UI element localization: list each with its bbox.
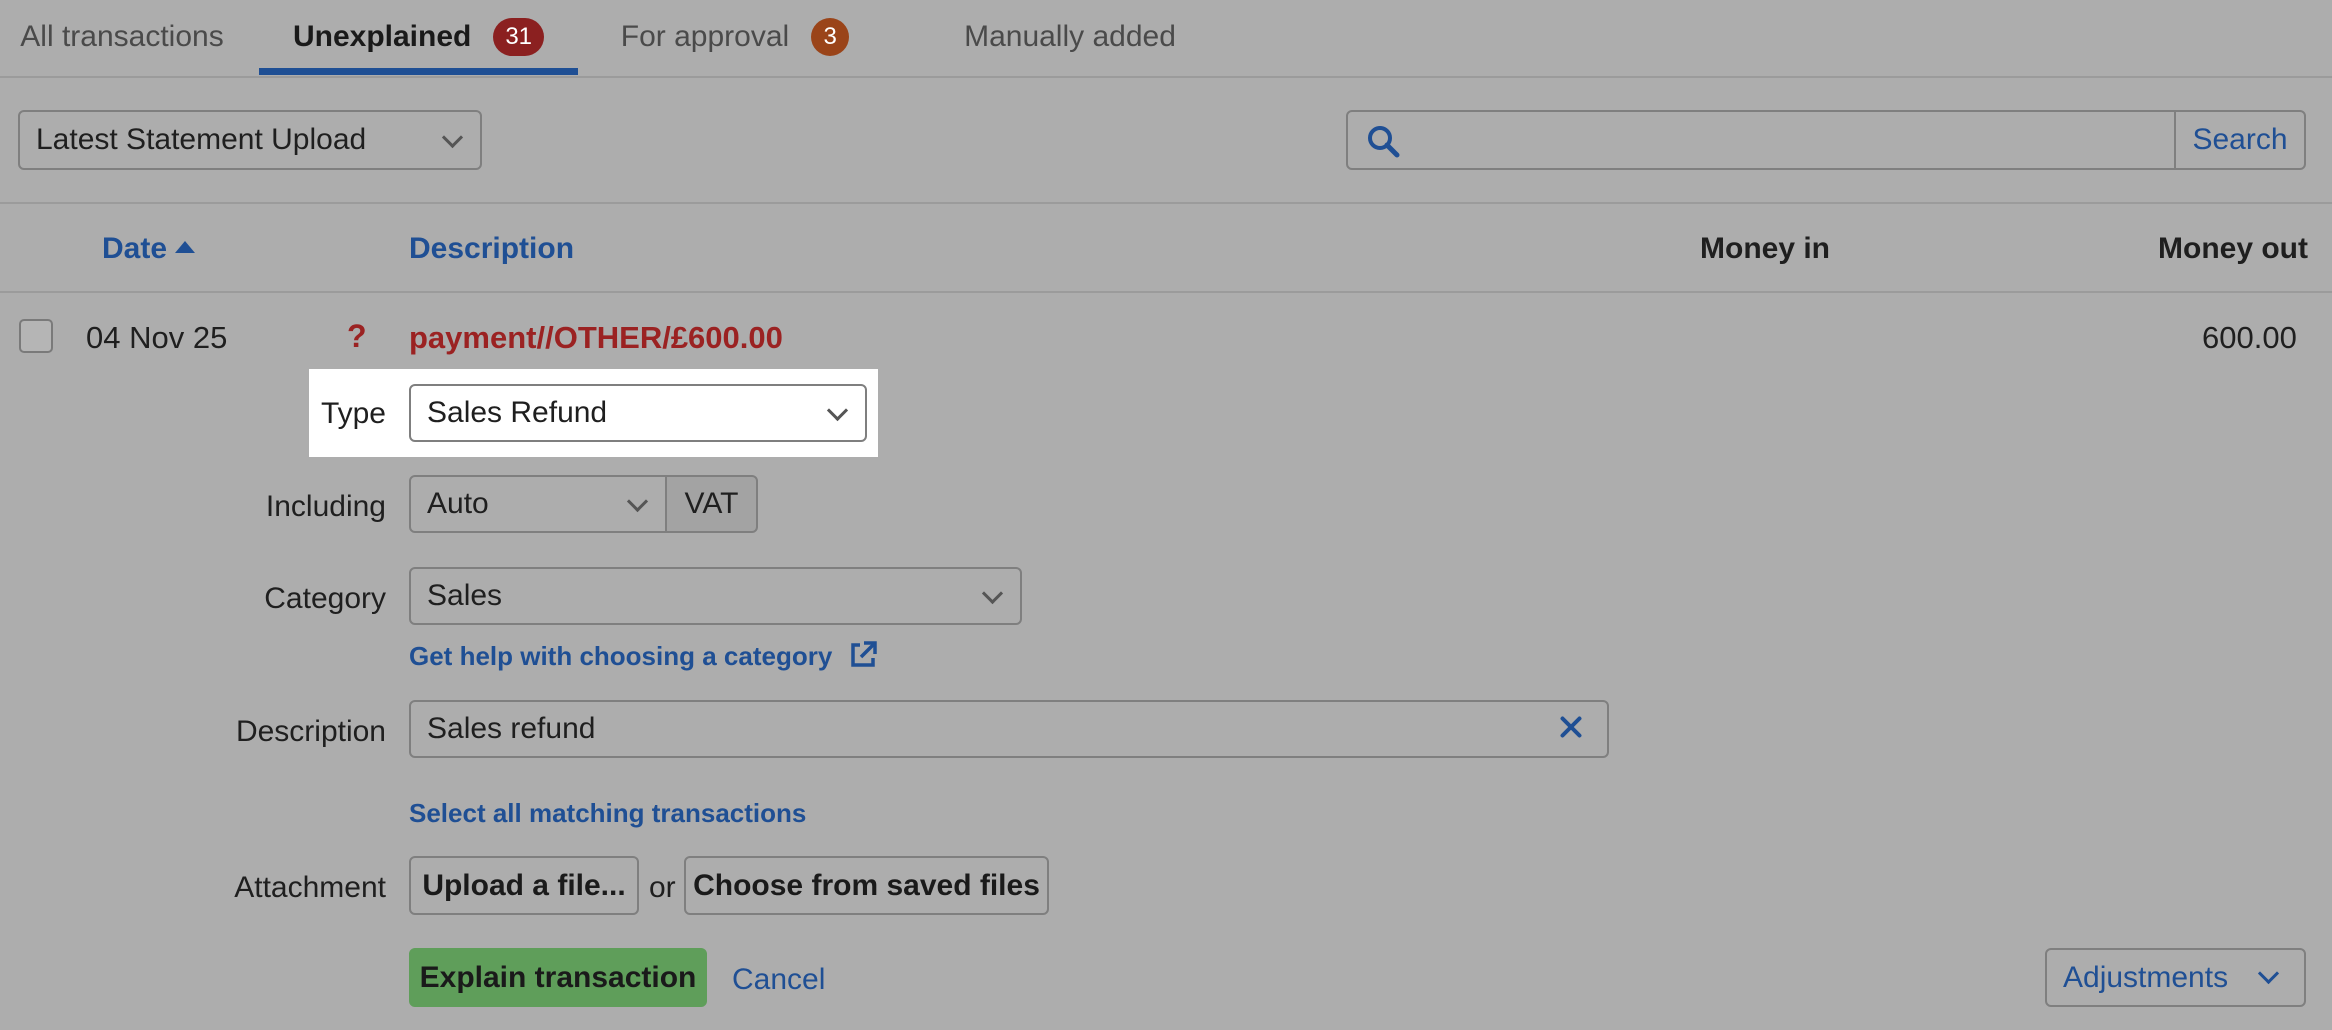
tab-unexplained[interactable]: Unexplained 31 [259,0,578,74]
description-input-value: Sales refund [427,712,596,745]
statement-filter-value: Latest Statement Upload [36,123,367,156]
category-help-link[interactable]: Get help with choosing a category [409,640,878,672]
tab-for-approval[interactable]: For approval 3 [600,0,870,74]
explain-transaction-button[interactable]: Explain transaction [409,948,707,1007]
divider [0,202,2332,204]
chevron-down-icon [2257,962,2280,985]
upload-file-button[interactable]: Upload a file... [409,856,639,915]
tab-label: Unexplained [292,20,472,53]
adjustments-button[interactable]: Adjustments [2045,948,2306,1007]
search-icon [1368,126,1400,158]
count-badge: 3 [811,18,850,56]
active-tab-indicator [259,68,578,75]
row-select-checkbox[interactable] [19,319,53,353]
statement-filter-select[interactable]: Latest Statement Upload [18,110,482,170]
description-label: Description [235,715,386,748]
category-select[interactable]: Sales [409,567,1022,625]
divider [0,291,2332,293]
attachment-label: Attachment [234,871,386,904]
money-in-column-header: Money in [1700,232,1831,265]
vat-including-select[interactable]: Auto [409,475,667,533]
including-label: Including [265,490,386,523]
chevron-down-icon [441,126,464,149]
choose-saved-files-button[interactable]: Choose from saved files [684,856,1049,915]
date-column-label: Date [102,232,168,265]
vat-addon: VAT [665,475,758,533]
tab-bar: All transactions Unexplained 31 For appr… [0,0,2332,78]
category-label: Category [264,582,386,615]
search-input[interactable] [1418,112,2222,170]
category-select-value: Sales [427,579,503,612]
or-text: or [649,871,676,904]
tab-label: For approval [620,20,790,53]
tab-manually-added[interactable]: Manually added [900,0,1240,74]
count-badge: 31 [493,18,545,56]
description-column-header[interactable]: Description [409,232,574,266]
category-help-link-text: Get help with choosing a category [409,641,833,671]
date-column-header[interactable]: Date [102,232,196,266]
unexplained-status-icon: ? [347,318,367,354]
adjustments-button-label: Adjustments [2063,960,2229,994]
search-box: Search [1346,110,2306,170]
description-input[interactable]: Sales refund [409,700,1609,758]
transaction-money-out: 600.00 [2202,320,2297,355]
type-select[interactable]: Sales Refund [409,384,867,442]
transaction-date: 04 Nov 25 [86,320,228,355]
clear-description-icon[interactable] [1556,713,1586,743]
tab-label: Manually added [964,20,1176,53]
cancel-link[interactable]: Cancel [732,963,825,997]
chevron-down-icon [981,582,1004,605]
type-label: Type [320,397,386,430]
search-button[interactable]: Search [2174,112,2304,168]
select-matching-link[interactable]: Select all matching transactions [409,798,806,829]
sort-ascending-icon [175,241,196,254]
chevron-down-icon [826,399,849,422]
vat-including-value: Auto [427,487,489,520]
tab-all-transactions[interactable]: All transactions [0,0,244,74]
transaction-description: payment//OTHER/£600.00 [409,320,783,355]
tab-label: All transactions [20,20,224,53]
type-select-value: Sales Refund [427,396,608,429]
money-out-column-header: Money out [2158,232,2308,265]
external-link-icon [850,641,877,667]
chevron-down-icon [626,490,649,513]
